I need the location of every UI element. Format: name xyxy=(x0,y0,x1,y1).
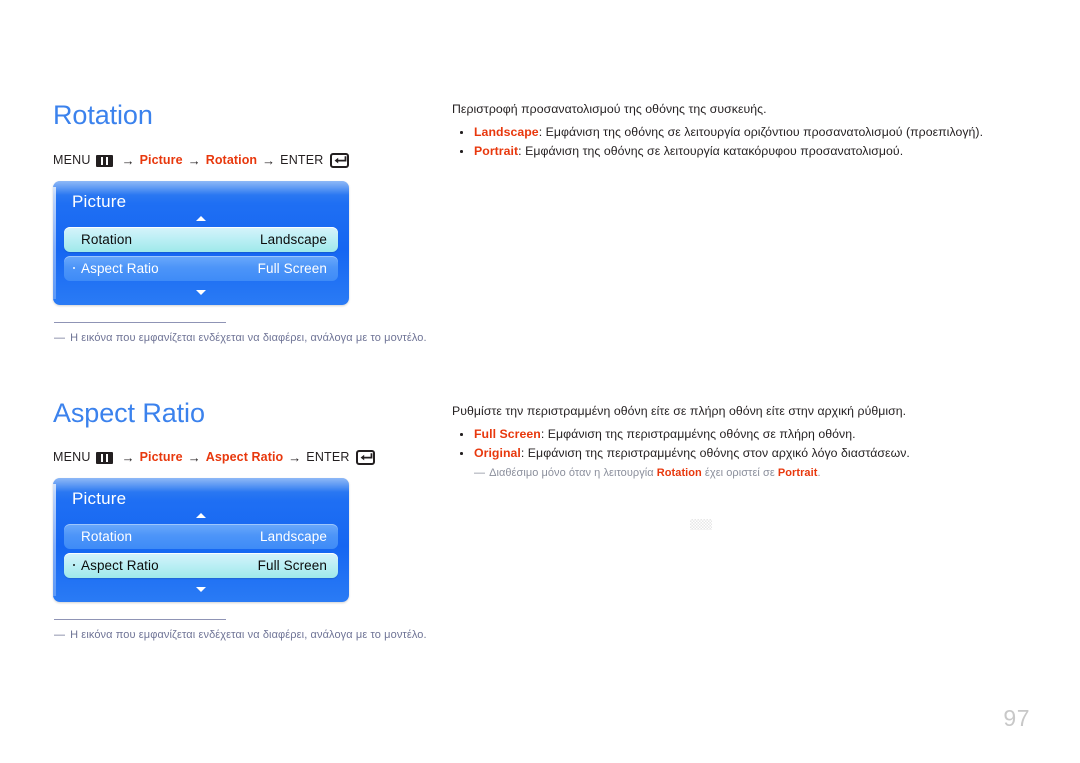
footnote-divider xyxy=(54,322,226,323)
arrow-icon: → xyxy=(187,450,201,465)
osd-title: Picture xyxy=(72,489,127,508)
osd-row-rotation[interactable]: Rotation Landscape xyxy=(64,524,338,549)
bullet-text: : Εμφάνιση της περιστραμμένης οθόνης σε … xyxy=(540,427,856,441)
bullet-icon xyxy=(460,150,463,153)
menu-icon xyxy=(95,451,113,464)
osd-menu-aspect-ratio: Picture Rotation Landscape Aspect Ratio … xyxy=(53,478,349,602)
footnote-divider xyxy=(54,619,226,620)
term-portrait: Portrait xyxy=(474,144,519,158)
bullet-icon xyxy=(460,433,463,436)
menu-path-step-picture: Picture xyxy=(139,450,183,465)
page-number: 97 xyxy=(1003,705,1030,731)
enter-button-label: ENTER xyxy=(306,450,350,465)
list-item: Full Screen: Εμφάνιση της περιστραμμένης… xyxy=(452,425,1052,444)
arrow-icon: → xyxy=(121,153,135,168)
term-rotation: Rotation xyxy=(656,467,702,479)
row-bullet-icon xyxy=(73,564,75,566)
list-item: Portrait: Εμφάνιση της οθόνης σε λειτουρ… xyxy=(452,142,1052,161)
osd-row-aspect-ratio[interactable]: Aspect Ratio Full Screen xyxy=(64,256,338,281)
rotation-intro-text: Περιστροφή προσανατολισμού της οθόνης τη… xyxy=(452,102,767,116)
term-full-screen: Full Screen xyxy=(474,427,541,441)
rotation-right-column: Περιστροφή προσανατολισμού της οθόνης τη… xyxy=(452,101,1052,161)
footnote-block-rotation: ― Η εικόνα που εμφανίζεται ενδέχεται να δ… xyxy=(54,322,427,344)
term-original: Original xyxy=(474,446,521,460)
osd-row-label: Rotation xyxy=(81,529,133,544)
osd-row-value: Landscape xyxy=(260,529,327,544)
arrow-icon: → xyxy=(187,153,201,168)
menu-button-label: MENU xyxy=(53,450,91,465)
osd-scroll-up-icon[interactable] xyxy=(64,213,338,223)
footnote-dash-icon: ― xyxy=(54,629,66,641)
footnote-text: Η εικόνα που εμφανίζεται ενδέχεται να δι… xyxy=(70,332,427,344)
bullet-icon xyxy=(460,131,463,134)
arrow-icon: → xyxy=(262,153,276,168)
osd-scroll-down-icon[interactable] xyxy=(64,287,338,297)
osd-scroll-down-icon[interactable] xyxy=(64,584,338,594)
menu-path-step-picture: Picture xyxy=(139,153,183,168)
bullet-text: : Εμφάνιση της οθόνης σε λειτουργία κατα… xyxy=(518,144,904,158)
osd-menu-rotation: Picture Rotation Landscape Aspect Ratio … xyxy=(53,181,349,305)
footnote-text: Η εικόνα που εμφανίζεται ενδέχεται να δι… xyxy=(70,629,427,641)
manual-page: Rotation MENU → Picture → Rotation → ENT… xyxy=(0,0,1080,763)
list-item: Landscape: Εμφάνιση της οθόνης σε λειτου… xyxy=(452,123,1052,142)
osd-row-value: Full Screen xyxy=(257,261,327,276)
page-title-rotation: Rotation xyxy=(53,100,153,130)
term-landscape: Landscape xyxy=(474,125,539,139)
footnote-dash-icon: ― xyxy=(54,332,66,344)
aspect-subnote: ― Διαθέσιμο μόνο όταν η λειτουργία Rotati… xyxy=(452,466,1052,481)
footnote-aspect-ratio: ― Η εικόνα που εμφανίζεται ενδέχεται να δ… xyxy=(54,629,427,641)
osd-row-label: Rotation xyxy=(81,232,133,247)
print-artifact xyxy=(690,519,712,530)
page-title-aspect-ratio: Aspect Ratio xyxy=(53,398,205,428)
menu-path-aspect-ratio: MENU → Picture → Aspect Ratio → ENTER xyxy=(53,450,375,465)
osd-row-label: Aspect Ratio xyxy=(81,558,159,573)
row-bullet-icon xyxy=(73,267,75,269)
osd-row-value: Full Screen xyxy=(257,558,327,573)
osd-row-label: Aspect Ratio xyxy=(81,261,159,276)
aspect-intro-text: Ρυθμίστε την περιστραμμένη οθόνη είτε σε… xyxy=(452,404,907,418)
osd-row-rotation[interactable]: Rotation Landscape xyxy=(64,227,338,252)
bullet-text: : Εμφάνιση της οθόνης σε λειτουργία οριζ… xyxy=(538,125,984,139)
menu-path-step-rotation: Rotation xyxy=(205,153,258,168)
term-portrait: Portrait xyxy=(777,467,818,479)
enter-button-label: ENTER xyxy=(280,153,324,168)
menu-button-label: MENU xyxy=(53,153,91,168)
footnote-rotation: ― Η εικόνα που εμφανίζεται ενδέχεται να δ… xyxy=(54,332,427,344)
rotation-bullet-list: Landscape: Εμφάνιση της οθόνης σε λειτου… xyxy=(452,123,1052,161)
aspect-bullet-list: Full Screen: Εμφάνιση της περιστραμμένης… xyxy=(452,425,1052,463)
osd-scroll-up-icon[interactable] xyxy=(64,510,338,520)
arrow-icon: → xyxy=(288,450,302,465)
menu-path-rotation: MENU → Picture → Rotation → ENTER xyxy=(53,153,349,168)
osd-title: Picture xyxy=(72,192,127,211)
menu-icon xyxy=(95,154,113,167)
subnote-text-middle: έχει οριστεί σε xyxy=(701,467,778,479)
footnote-block-aspect-ratio: ― Η εικόνα που εμφανίζεται ενδέχεται να δ… xyxy=(54,619,427,641)
subnote-text-before: Διαθέσιμο μόνο όταν η λειτουργία xyxy=(489,467,657,479)
osd-row-value: Landscape xyxy=(260,232,327,247)
arrow-icon: → xyxy=(121,450,135,465)
subnote-dash-icon: ― xyxy=(474,467,486,479)
enter-icon xyxy=(329,153,349,168)
list-item: Original: Εμφάνιση της περιστραμμένης οθ… xyxy=(452,444,1052,463)
menu-path-step-aspect-ratio: Aspect Ratio xyxy=(205,450,284,465)
enter-icon xyxy=(355,450,375,465)
osd-row-aspect-ratio[interactable]: Aspect Ratio Full Screen xyxy=(64,553,338,578)
subnote-text-after: . xyxy=(817,467,821,479)
bullet-icon xyxy=(460,452,463,455)
bullet-text: : Εμφάνιση της περιστραμμένης οθόνης στο… xyxy=(520,446,910,460)
aspect-right-column: Ρυθμίστε την περιστραμμένη οθόνη είτε σε… xyxy=(452,403,1052,481)
